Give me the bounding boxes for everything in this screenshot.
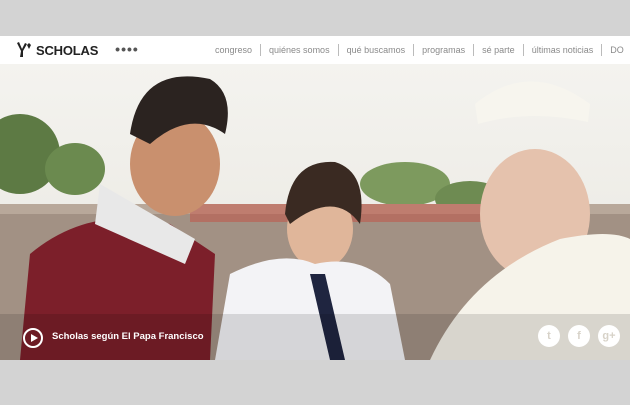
nav-item-que-buscamos[interactable]: qué buscamos xyxy=(347,45,406,55)
nav-divider xyxy=(413,44,415,56)
nav-divider xyxy=(601,44,603,56)
main-menu: congreso quiénes somos qué buscamos prog… xyxy=(215,36,624,64)
brand-name: SCHOLAS xyxy=(36,42,99,58)
nav-item-congreso[interactable]: congreso xyxy=(215,45,252,55)
nav-divider xyxy=(260,44,262,56)
hero-image xyxy=(0,64,630,360)
nav-divider xyxy=(337,44,339,56)
page-bottom-area xyxy=(0,360,630,405)
scholas-logo[interactable]: SCHOLAS xyxy=(15,36,98,64)
facebook-icon[interactable]: f xyxy=(568,325,590,347)
nav-item-se-parte[interactable]: sé parte xyxy=(482,45,515,55)
twitter-icon[interactable]: t xyxy=(538,325,560,347)
play-circle-icon[interactable] xyxy=(23,328,43,348)
nav-divider xyxy=(522,44,524,56)
google-plus-icon[interactable]: g+ xyxy=(598,325,620,347)
hero-photo[interactable] xyxy=(0,64,630,360)
top-navbar: SCHOLAS •••• congreso quiénes somos qué … xyxy=(0,36,630,64)
page-frame: SCHOLAS •••• congreso quiénes somos qué … xyxy=(0,0,630,405)
more-menu-dots[interactable]: •••• xyxy=(115,42,139,56)
nav-item-programas[interactable]: programas xyxy=(422,45,465,55)
nav-item-ultimas-noticias[interactable]: últimas noticias xyxy=(532,45,594,55)
nav-item-quienes-somos[interactable]: quiénes somos xyxy=(269,45,330,55)
hero-caption[interactable]: Scholas según El Papa Francisco xyxy=(52,331,204,342)
nav-divider xyxy=(473,44,475,56)
scholas-hands-icon xyxy=(17,42,31,57)
nav-item-do[interactable]: DO xyxy=(610,45,624,55)
